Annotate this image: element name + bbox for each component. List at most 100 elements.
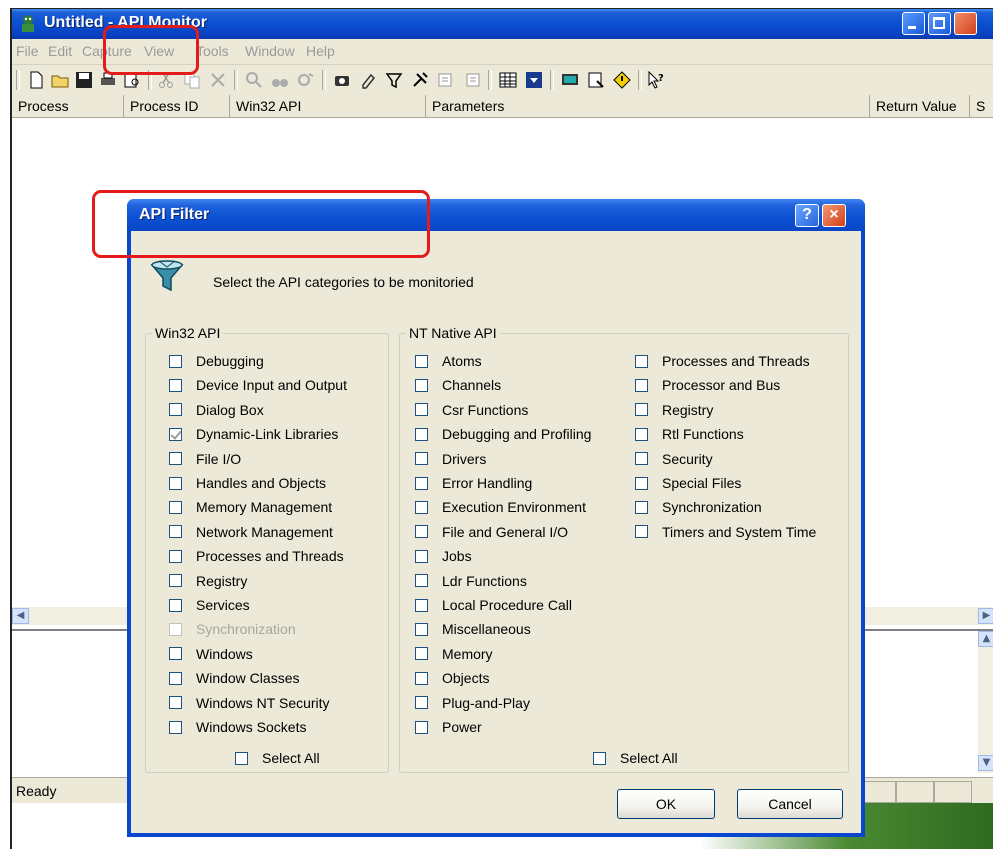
native-checkbox-debugging-and-profiling[interactable]: Debugging and Profiling	[415, 424, 591, 444]
native-checkbox-timers-and-system-time[interactable]: Timers and System Time	[635, 522, 816, 542]
checkbox[interactable]	[169, 549, 182, 563]
win32-checkbox-services[interactable]: Services	[169, 595, 250, 615]
native-checkbox-miscellaneous[interactable]: Miscellaneous	[415, 619, 531, 639]
checkbox[interactable]	[235, 751, 248, 765]
checkbox[interactable]	[635, 378, 648, 392]
checkbox[interactable]	[169, 671, 182, 685]
checkbox[interactable]	[415, 525, 428, 539]
native-checkbox-memory[interactable]: Memory	[415, 644, 493, 664]
win32-checkbox-windows[interactable]: Windows	[169, 644, 253, 664]
checkbox[interactable]	[169, 574, 182, 588]
checkbox[interactable]	[635, 354, 648, 368]
maximize-button[interactable]	[928, 12, 951, 35]
find-next-icon[interactable]	[296, 70, 316, 90]
column-header-parameters[interactable]: Parameters	[426, 95, 870, 117]
column-header-process[interactable]: Process	[12, 95, 124, 117]
checkbox[interactable]	[415, 476, 428, 490]
filter-icon[interactable]	[384, 70, 404, 90]
export-icon[interactable]	[436, 70, 456, 90]
native-checkbox-jobs[interactable]: Jobs	[415, 546, 472, 566]
native-checkbox-channels[interactable]: Channels	[415, 375, 501, 395]
menu-help[interactable]: Help	[306, 43, 335, 59]
checkbox[interactable]	[635, 403, 648, 417]
native-checkbox-power[interactable]: Power	[415, 717, 482, 737]
win32-checkbox-memory-management[interactable]: Memory Management	[169, 497, 332, 517]
checkbox[interactable]	[415, 647, 428, 661]
scroll-left-icon[interactable]: ◀	[12, 608, 29, 624]
checkbox[interactable]	[635, 427, 648, 441]
win32-checkbox-device-input-and-output[interactable]: Device Input and Output	[169, 375, 347, 395]
checkbox[interactable]	[635, 476, 648, 490]
capture-icon[interactable]	[332, 70, 352, 90]
native-checkbox-drivers[interactable]: Drivers	[415, 449, 486, 469]
window-close-button[interactable]	[954, 12, 977, 35]
checkbox[interactable]	[415, 354, 428, 368]
copy-icon[interactable]	[182, 70, 202, 90]
new-file-icon[interactable]	[26, 70, 46, 90]
save-icon[interactable]	[74, 70, 94, 90]
checkbox[interactable]	[169, 427, 182, 441]
column-header-status[interactable]: S	[970, 95, 993, 117]
scroll-up-icon[interactable]: ▲	[978, 631, 993, 647]
checkbox[interactable]	[169, 403, 182, 417]
diamond-icon[interactable]	[612, 70, 632, 90]
native-checkbox-processor-and-bus[interactable]: Processor and Bus	[635, 375, 780, 395]
table-icon[interactable]	[498, 70, 518, 90]
checkbox[interactable]	[415, 671, 428, 685]
checkbox[interactable]	[635, 452, 648, 466]
cancel-button[interactable]: Cancel	[737, 789, 843, 819]
menu-capture[interactable]: Capture	[82, 43, 132, 59]
checkbox[interactable]	[415, 622, 428, 636]
win32-checkbox-network-management[interactable]: Network Management	[169, 522, 333, 542]
native-checkbox-objects[interactable]: Objects	[415, 668, 489, 688]
minimize-button[interactable]	[902, 12, 925, 35]
native-select-all[interactable]: Select All	[593, 748, 678, 768]
checkbox[interactable]	[415, 574, 428, 588]
cut-icon[interactable]	[156, 70, 176, 90]
ok-button[interactable]: OK	[617, 789, 715, 819]
win32-checkbox-processes-and-threads[interactable]: Processes and Threads	[169, 546, 344, 566]
native-checkbox-error-handling[interactable]: Error Handling	[415, 473, 532, 493]
help-pointer-icon[interactable]: ?	[646, 70, 666, 90]
binoculars-icon[interactable]	[270, 70, 290, 90]
monitor-icon[interactable]	[560, 70, 580, 90]
dialog-help-button[interactable]: ?	[795, 204, 819, 227]
native-checkbox-file-and-general-i-o[interactable]: File and General I/O	[415, 522, 568, 542]
checkbox[interactable]	[635, 525, 648, 539]
checkbox[interactable]	[415, 452, 428, 466]
win32-checkbox-windows-sockets[interactable]: Windows Sockets	[169, 717, 306, 737]
menu-tools[interactable]: Tools	[196, 43, 229, 59]
win32-checkbox-dynamic-link-libraries[interactable]: Dynamic-Link Libraries	[169, 424, 338, 444]
win32-checkbox-file-i-o[interactable]: File I/O	[169, 449, 241, 469]
checkbox[interactable]	[169, 647, 182, 661]
menu-edit[interactable]: Edit	[48, 43, 72, 59]
scroll-down-icon[interactable]: ▼	[978, 755, 993, 771]
menu-file[interactable]: File	[16, 43, 39, 59]
checkbox[interactable]	[169, 476, 182, 490]
eraser-icon[interactable]	[358, 70, 378, 90]
win32-checkbox-window-classes[interactable]: Window Classes	[169, 668, 299, 688]
checkbox[interactable]	[169, 696, 182, 710]
menu-view[interactable]: View	[144, 43, 174, 59]
find-icon[interactable]	[244, 70, 264, 90]
win32-checkbox-dialog-box[interactable]: Dialog Box	[169, 400, 264, 420]
checkbox[interactable]	[169, 378, 182, 392]
checkbox[interactable]	[415, 696, 428, 710]
checkbox[interactable]	[169, 500, 182, 514]
scroll-right-icon[interactable]: ▶	[978, 608, 993, 624]
checkbox[interactable]	[415, 427, 428, 441]
open-folder-icon[interactable]	[50, 70, 70, 90]
download-icon[interactable]	[524, 70, 544, 90]
native-checkbox-registry[interactable]: Registry	[635, 400, 713, 420]
checkbox[interactable]	[415, 720, 428, 734]
title-bar[interactable]: Untitled - API Monitor	[12, 9, 993, 39]
column-header-win32-api[interactable]: Win32 API	[230, 95, 426, 117]
native-checkbox-atoms[interactable]: Atoms	[415, 351, 482, 371]
native-checkbox-synchronization[interactable]: Synchronization	[635, 497, 762, 517]
column-header-process-id[interactable]: Process ID	[124, 95, 230, 117]
native-checkbox-special-files[interactable]: Special Files	[635, 473, 741, 493]
checkbox[interactable]	[415, 598, 428, 612]
vertical-scrollbar[interactable]: ▲ ▼	[978, 631, 993, 773]
delete-icon[interactable]	[208, 70, 228, 90]
print-preview-icon[interactable]	[122, 70, 142, 90]
